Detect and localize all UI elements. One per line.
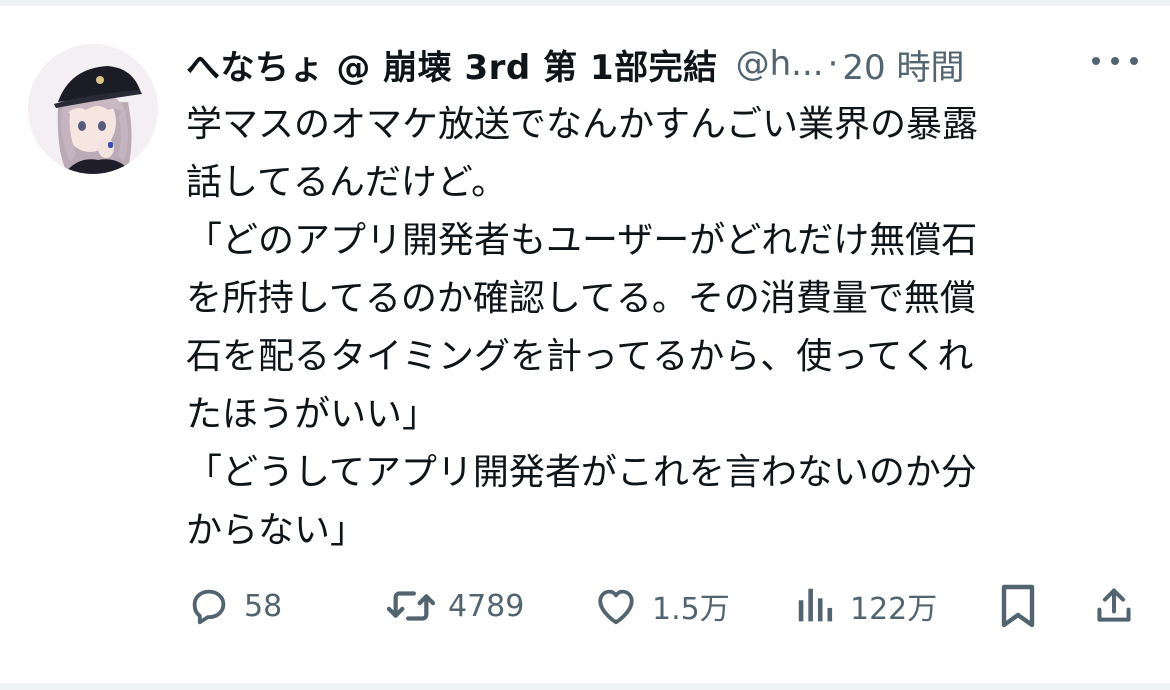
retweet-button[interactable]: 4789 bbox=[386, 578, 524, 634]
tweet-text: 学マスのオマケ放送でなんかすんごい業界の暴露 話してるんだけど。 「どのアプリ開… bbox=[186, 96, 1146, 560]
tweet-actions: 58 4789 1.5万 122万 bbox=[186, 578, 1146, 634]
tweet-text-line: 「どのアプリ開発者もユーザーがどれだけ無償石 bbox=[186, 220, 978, 261]
heart-icon bbox=[598, 589, 634, 625]
tweet-text-line: 話してるんだけど。 bbox=[186, 162, 508, 203]
tweet-text-line: 学マスのオマケ放送でなんかすんごい業界の暴露 bbox=[186, 104, 979, 145]
like-button[interactable]: 1.5万 bbox=[592, 578, 730, 634]
more-options-icon[interactable] bbox=[1092, 46, 1138, 76]
retweet-icon bbox=[386, 591, 436, 621]
tweet-text-line: からない」 bbox=[186, 510, 367, 551]
views-button[interactable]: 122万 bbox=[794, 578, 937, 634]
reply-icon bbox=[192, 589, 226, 625]
bookmark-icon bbox=[1001, 584, 1035, 628]
retweet-count: 4789 bbox=[448, 588, 525, 624]
timestamp[interactable]: 20 時間 bbox=[842, 40, 964, 89]
share-icon bbox=[1097, 588, 1131, 622]
separator-dot: · bbox=[827, 44, 839, 84]
user-handle[interactable]: @h... bbox=[736, 44, 824, 84]
display-name[interactable]: へなちょ @ 崩壊 3rd 第 1部完結 bbox=[186, 40, 718, 89]
tweet-text-line: 石を配るタイミングを計ってるから、使ってくれ bbox=[186, 336, 974, 377]
avatar-image bbox=[28, 44, 158, 174]
tweet-text-line: たほうがいい」 bbox=[186, 394, 439, 435]
bottom-divider bbox=[0, 683, 1170, 690]
tweet-text-line: 「どうしてアプリ開発者がこれを言わないのか分 bbox=[186, 452, 977, 493]
reply-button[interactable]: 58 bbox=[186, 578, 282, 634]
views-count: 122万 bbox=[850, 592, 938, 627]
bookmark-button[interactable] bbox=[996, 578, 1040, 634]
top-divider bbox=[0, 0, 1170, 6]
like-count: 1.5万 bbox=[652, 592, 730, 627]
tweet-text-line: を所持してるのか確認してる。その消費量で無償 bbox=[186, 278, 976, 319]
avatar[interactable] bbox=[28, 44, 158, 174]
views-icon bbox=[798, 588, 833, 622]
share-button[interactable] bbox=[1094, 578, 1134, 634]
tweet-header: へなちょ @ 崩壊 3rd 第 1部完結 @h... · 20 時間 bbox=[186, 38, 1146, 90]
reply-count: 58 bbox=[244, 588, 283, 624]
